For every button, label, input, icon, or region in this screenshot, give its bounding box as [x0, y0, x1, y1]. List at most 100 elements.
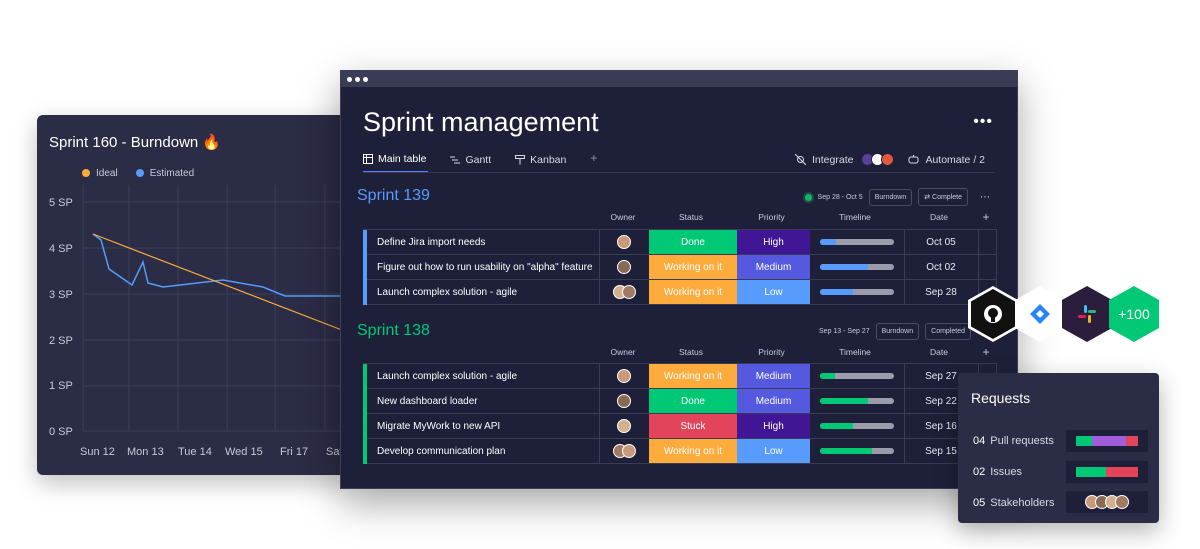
task-name[interactable]: Migrate MyWork to new API [377, 421, 500, 432]
avatar[interactable] [617, 260, 631, 274]
table-row[interactable]: Define Jira import needs Done High Oct 05 [363, 230, 997, 255]
avatar[interactable] [621, 444, 636, 458]
owner-cell[interactable] [599, 255, 649, 279]
timeline-cell[interactable] [810, 364, 904, 388]
owner-cell[interactable] [599, 414, 649, 438]
group-title-sprint-138[interactable]: Sprint 138 [357, 322, 430, 340]
owner-cell[interactable] [599, 389, 649, 413]
timeline-fill [820, 289, 854, 295]
table-row[interactable]: Figure out how to run usability on "alph… [363, 255, 997, 280]
col-timeline: Timeline [839, 347, 871, 357]
avatar[interactable] [617, 235, 631, 249]
tab-label: Main table [378, 153, 427, 165]
burndown-card: Sprint 160 - Burndown 🔥 Ideal Estimated … [37, 115, 347, 475]
status-cell[interactable]: Done [649, 389, 737, 413]
task-name[interactable]: Launch complex solution - agile [377, 371, 517, 382]
table-row[interactable]: Launch complex solution - agile Working o… [363, 280, 997, 305]
y-tick: 2 SP [49, 335, 73, 347]
priority-cell[interactable]: High [737, 414, 810, 438]
priority-cell[interactable]: Low [737, 280, 810, 304]
requests-card: Requests 04 Pull requests 02 Issues 05 Stak… [958, 373, 1159, 523]
timeline-fill [820, 373, 835, 379]
jira-integration[interactable] [1015, 286, 1065, 342]
add-column-button[interactable]: + [976, 210, 996, 224]
jira-icon [1030, 304, 1050, 324]
status-cell[interactable]: Stuck [649, 414, 737, 438]
status-cell[interactable]: Working on it [649, 439, 737, 463]
task-name[interactable]: Define Jira import needs [377, 237, 485, 248]
group-title-sprint-139[interactable]: Sprint 139 [357, 187, 430, 205]
timeline-cell[interactable] [810, 230, 904, 254]
burndown-button[interactable]: Burndown [875, 323, 920, 340]
date-cell[interactable]: Oct 02 [904, 255, 978, 279]
tab-kanban[interactable]: Kanban [515, 153, 568, 173]
pull-requests-bar [1066, 430, 1148, 452]
sprint-138-table: Launch complex solution - agile Working o… [363, 363, 997, 464]
timeline-cell[interactable] [810, 280, 904, 304]
completed-button[interactable]: Completed [925, 323, 971, 340]
timeline-cell[interactable] [810, 389, 904, 413]
table-row[interactable]: Migrate MyWork to new API Stuck High Sep 16 [363, 414, 997, 439]
complete-button[interactable]: ⇄ Complete [918, 188, 968, 206]
col-owner: Owner [610, 347, 636, 357]
more-integrations-badge[interactable]: +100 [1109, 286, 1159, 342]
task-name[interactable]: Figure out how to run usability on "alph… [377, 262, 593, 273]
status-cell[interactable]: Working on it [649, 280, 737, 304]
status-cell[interactable]: Done [649, 230, 737, 254]
date-cell[interactable]: Oct 05 [904, 230, 978, 254]
integrate-button[interactable]: Integrate [795, 153, 895, 166]
table-row[interactable]: Launch complex solution - agile Working o… [363, 364, 997, 389]
board-tools: Integrate Automate / 2 [795, 153, 985, 166]
more-options-button[interactable]: ••• [973, 113, 993, 131]
request-label: Pull requests [990, 435, 1054, 447]
group-menu-button[interactable]: ⋯ [980, 192, 991, 203]
slack-integration[interactable] [1062, 286, 1112, 342]
priority-cell[interactable]: Low [737, 439, 810, 463]
avatar[interactable] [617, 394, 631, 408]
avatar[interactable] [617, 419, 631, 433]
priority-cell[interactable]: Medium [737, 389, 810, 413]
request-stakeholders[interactable]: 05 Stakeholders [973, 497, 1054, 509]
owner-cell[interactable] [599, 230, 649, 254]
status-cell[interactable]: Working on it [649, 255, 737, 279]
date-cell[interactable]: Sep 28 [904, 280, 978, 304]
github-icon [984, 305, 1002, 323]
add-column-button[interactable]: + [976, 345, 996, 359]
avatar[interactable] [621, 285, 636, 299]
task-name[interactable]: Develop communication plan [377, 446, 505, 457]
tab-gantt[interactable]: Gantt [450, 153, 493, 173]
window-dot-icon[interactable] [347, 77, 352, 82]
owner-cell[interactable] [599, 439, 649, 463]
table-row[interactable]: Develop communication plan Working on it L… [363, 439, 997, 464]
owner-cell[interactable] [599, 280, 649, 304]
estimated-line [92, 233, 347, 297]
tab-main-table[interactable]: Main table [363, 153, 429, 173]
window-dot-icon[interactable] [363, 77, 368, 82]
table-row[interactable]: New dashboard loader Done Medium Sep 22 [363, 389, 997, 414]
add-view-button[interactable]: + [590, 151, 597, 173]
timeline-track [820, 448, 894, 454]
automate-button[interactable]: Automate / 2 [908, 154, 985, 166]
timeline-cell[interactable] [810, 439, 904, 463]
request-issues[interactable]: 02 Issues [973, 466, 1022, 478]
task-name[interactable]: New dashboard loader [377, 396, 478, 407]
owner-cell[interactable] [599, 364, 649, 388]
priority-cell[interactable]: Medium [737, 255, 810, 279]
timeline-cell[interactable] [810, 414, 904, 438]
priority-cell[interactable]: Medium [737, 364, 810, 388]
priority-cell[interactable]: High [737, 230, 810, 254]
status-cell[interactable]: Working on it [649, 364, 737, 388]
group-color-bar [363, 414, 367, 439]
window-dot-icon[interactable] [355, 77, 360, 82]
timeline-fill [820, 264, 869, 270]
request-pull-requests[interactable]: 04 Pull requests [973, 435, 1054, 447]
timeline-cell[interactable] [810, 255, 904, 279]
col-date: Date [930, 347, 948, 357]
tab-label: Kanban [530, 154, 567, 166]
task-name[interactable]: Launch complex solution - agile [377, 287, 517, 298]
active-sprint-icon [804, 193, 812, 201]
tab-label: Gantt [465, 154, 492, 166]
col-status: Status [678, 347, 704, 357]
burndown-button[interactable]: Burndown [868, 188, 913, 206]
avatar[interactable] [617, 369, 631, 383]
